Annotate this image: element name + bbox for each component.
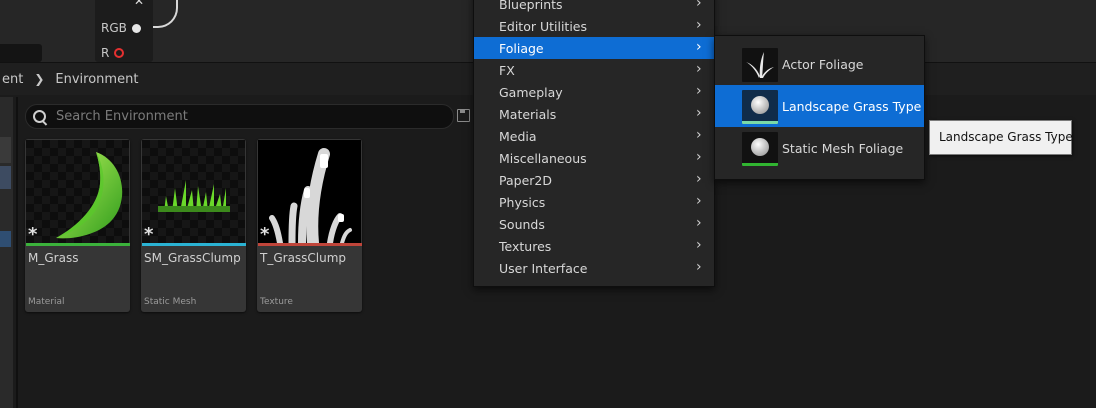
asset-thumbnail: * bbox=[142, 140, 245, 243]
chevron-right-icon: › bbox=[696, 193, 702, 209]
asset-thumbnail: * bbox=[26, 140, 129, 243]
menu-item-textures[interactable]: Textures › bbox=[474, 235, 714, 257]
chevron-right-icon: › bbox=[696, 105, 702, 121]
menu-item-editor-utilities[interactable]: Editor Utilities › bbox=[474, 15, 714, 37]
save-search-icon[interactable] bbox=[457, 109, 470, 122]
asset-tile[interactable]: * M_Grass Material bbox=[25, 139, 130, 312]
search-icon bbox=[33, 109, 48, 126]
chevron-right-icon: › bbox=[696, 83, 702, 99]
static-mesh-foliage-icon bbox=[742, 132, 778, 166]
pin-r[interactable]: R bbox=[101, 46, 125, 60]
menu-item-materials[interactable]: Materials › bbox=[474, 103, 714, 125]
chevron-right-icon: › bbox=[696, 39, 702, 55]
menu-item-paper2d[interactable]: Paper2D › bbox=[474, 169, 714, 191]
close-icon[interactable]: ✕ bbox=[134, 0, 144, 8]
menu-item-user-interface[interactable]: User Interface › bbox=[474, 257, 714, 279]
menu-item-sounds[interactable]: Sounds › bbox=[474, 213, 714, 235]
asset-tile[interactable]: * SM_GrassClump Static Mesh bbox=[141, 139, 246, 312]
chevron-right-icon: › bbox=[696, 237, 702, 253]
chevron-right-icon: › bbox=[696, 0, 702, 11]
menu-item-physics[interactable]: Physics › bbox=[474, 191, 714, 213]
menu-item-label: Editor Utilities bbox=[499, 19, 588, 34]
menu-item-label: Sounds bbox=[499, 217, 545, 232]
asset-type: Texture bbox=[260, 297, 293, 307]
menu-item-label: Gameplay bbox=[499, 85, 563, 100]
submenu-item-label: Static Mesh Foliage bbox=[782, 141, 904, 156]
menu-item-label: Foliage bbox=[499, 41, 544, 56]
pin-label: RGB bbox=[101, 21, 127, 35]
menu-item-label: Textures bbox=[499, 239, 552, 254]
submenu-item-label: Actor Foliage bbox=[782, 57, 864, 72]
asset-tile[interactable]: * T_GrassClump Texture bbox=[257, 139, 362, 312]
menu-item-blueprints[interactable]: Blueprints › bbox=[474, 0, 714, 15]
chevron-right-icon: › bbox=[696, 61, 702, 77]
chevron-right-icon: › bbox=[696, 215, 702, 231]
menu-item-media[interactable]: Media › bbox=[474, 125, 714, 147]
menu-item-label: Blueprints bbox=[499, 0, 563, 12]
submenu-item-landscape-grass-type[interactable]: Landscape Grass Type bbox=[715, 85, 924, 127]
asset-type-bar bbox=[142, 243, 246, 246]
sources-item[interactable] bbox=[0, 137, 11, 163]
chevron-right-icon: › bbox=[696, 171, 702, 187]
chevron-right-icon: › bbox=[696, 127, 702, 143]
chevron-right-icon[interactable]: ❯ bbox=[25, 72, 53, 86]
menu-item-label: User Interface bbox=[499, 261, 588, 276]
tooltip: Landscape Grass Type bbox=[929, 120, 1073, 155]
menu-item-label: Physics bbox=[499, 195, 546, 210]
menu-item-label: Miscellaneous bbox=[499, 151, 587, 166]
menu-item-label: Media bbox=[499, 129, 537, 144]
pin-label: R bbox=[101, 46, 110, 60]
grass-texture-icon bbox=[269, 148, 352, 243]
submenu-item-actor-foliage[interactable]: Actor Foliage bbox=[715, 43, 924, 85]
asset-name: SM_GrassClump bbox=[144, 251, 241, 265]
unsaved-asterisk-icon: * bbox=[144, 224, 154, 244]
asset-name: M_Grass bbox=[28, 251, 79, 265]
panel-splitter[interactable] bbox=[16, 97, 18, 408]
sources-item[interactable] bbox=[0, 166, 11, 189]
actor-foliage-icon bbox=[742, 48, 778, 82]
sources-item-selected[interactable] bbox=[0, 231, 11, 247]
menu-item-label: FX bbox=[499, 63, 515, 78]
asset-type-bar bbox=[258, 243, 362, 246]
menu-item-label: Paper2D bbox=[499, 173, 552, 188]
chevron-right-icon: › bbox=[696, 259, 702, 275]
foliage-submenu: Actor Foliage Landscape Grass Type Stati… bbox=[714, 35, 925, 180]
grass-blade-icon bbox=[56, 152, 123, 239]
menu-item-label: Materials bbox=[499, 107, 557, 122]
asset-type: Material bbox=[28, 297, 65, 307]
chevron-right-icon: › bbox=[696, 17, 702, 33]
search-box[interactable] bbox=[25, 104, 454, 129]
landscape-grass-type-icon bbox=[742, 90, 778, 124]
graph-node-edge bbox=[0, 44, 42, 62]
pin-rgb[interactable]: RGB bbox=[101, 21, 141, 35]
asset-name: T_GrassClump bbox=[260, 251, 347, 265]
unsaved-asterisk-icon: * bbox=[28, 224, 38, 244]
submenu-item-static-mesh-foliage[interactable]: Static Mesh Foliage bbox=[715, 127, 924, 169]
asset-thumbnail: * bbox=[258, 140, 361, 243]
grass-clump-icon bbox=[158, 180, 230, 212]
chevron-right-icon: › bbox=[696, 149, 702, 165]
add-asset-menu: Blueprints › Editor Utilities › Foliage › F… bbox=[473, 0, 715, 287]
breadcrumb-item-current[interactable]: Environment bbox=[53, 72, 140, 87]
search-input[interactable] bbox=[54, 108, 453, 125]
asset-type-bar bbox=[26, 243, 130, 246]
menu-item-miscellaneous[interactable]: Miscellaneous › bbox=[474, 147, 714, 169]
sources-panel[interactable] bbox=[0, 97, 13, 408]
breadcrumb-item[interactable]: ent bbox=[0, 72, 25, 87]
menu-item-gameplay[interactable]: Gameplay › bbox=[474, 81, 714, 103]
menu-item-foliage[interactable]: Foliage › bbox=[474, 37, 714, 59]
tooltip-text: Landscape Grass Type bbox=[939, 130, 1073, 144]
menu-item-fx[interactable]: FX › bbox=[474, 59, 714, 81]
pin-dot-icon[interactable] bbox=[131, 23, 141, 33]
submenu-item-label: Landscape Grass Type bbox=[782, 99, 922, 114]
asset-type: Static Mesh bbox=[144, 297, 197, 307]
pin-dot-icon[interactable] bbox=[114, 48, 125, 58]
unsaved-asterisk-icon: * bbox=[260, 224, 270, 244]
